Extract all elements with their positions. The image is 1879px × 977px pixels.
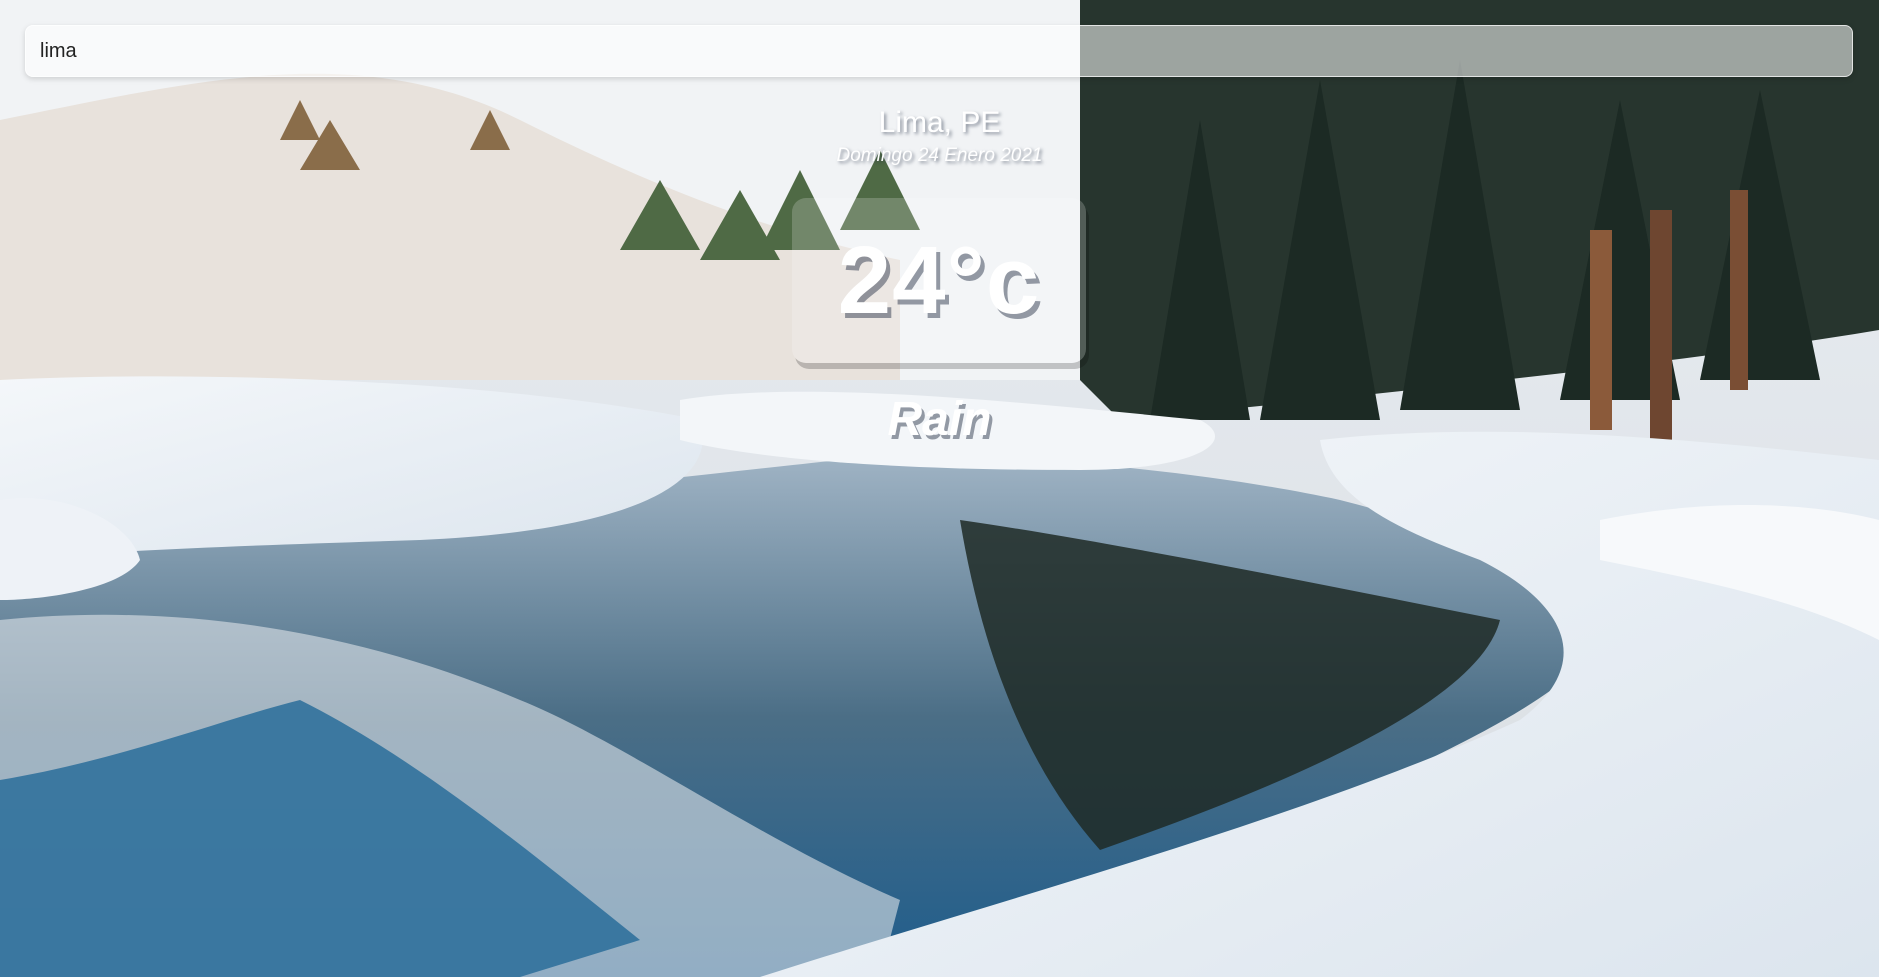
search-input[interactable] <box>25 25 1853 77</box>
temperature-card: 24°c <box>792 198 1086 363</box>
temperature-value: 24°c <box>837 226 1041 334</box>
weather-condition: Rain <box>887 393 992 446</box>
location-label: Lima, PE <box>878 106 1001 139</box>
date-label: Domingo 24 Enero 2021 <box>836 145 1043 166</box>
